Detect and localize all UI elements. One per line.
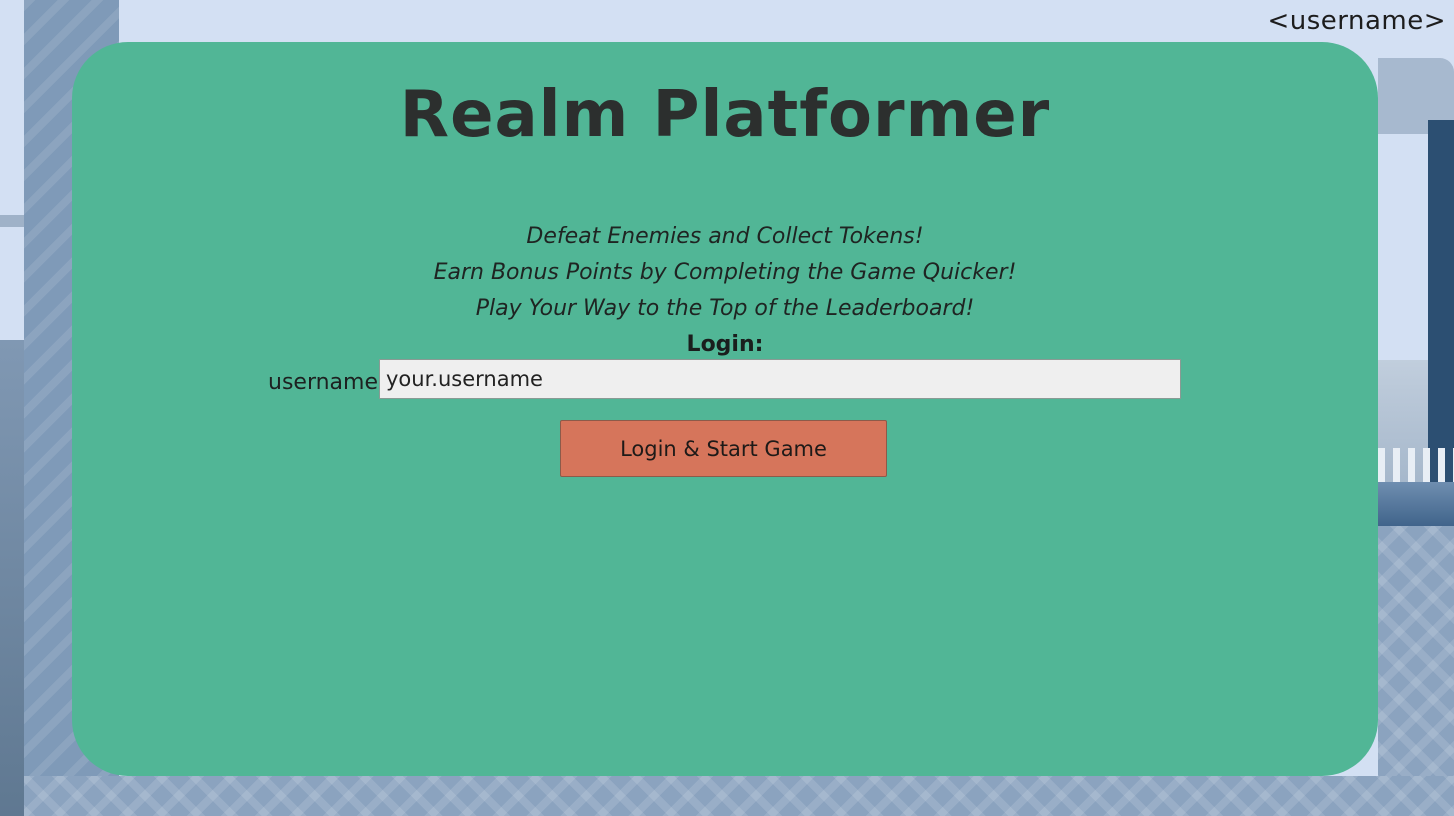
login-heading: Login: bbox=[686, 332, 764, 357]
background-wave-floor bbox=[24, 776, 1454, 816]
login-panel: Realm Platformer Defeat Enemies and Coll… bbox=[72, 42, 1378, 776]
username-field-label: username bbox=[268, 370, 378, 395]
tagline-enemies: Defeat Enemies and Collect Tokens! bbox=[526, 224, 924, 249]
login-start-game-button[interactable]: Login & Start Game bbox=[560, 420, 887, 477]
tagline-bonus: Earn Bonus Points by Completing the Game… bbox=[433, 260, 1017, 285]
username-input[interactable] bbox=[379, 359, 1181, 399]
background-building-left bbox=[0, 340, 26, 816]
current-username-label: <username> bbox=[1267, 6, 1446, 36]
game-title: Realm Platformer bbox=[399, 78, 1051, 152]
tagline-leaderboard: Play Your Way to the Top of the Leaderbo… bbox=[475, 296, 975, 321]
background-wave-right bbox=[1378, 526, 1454, 786]
background-platform-right bbox=[1378, 482, 1454, 528]
